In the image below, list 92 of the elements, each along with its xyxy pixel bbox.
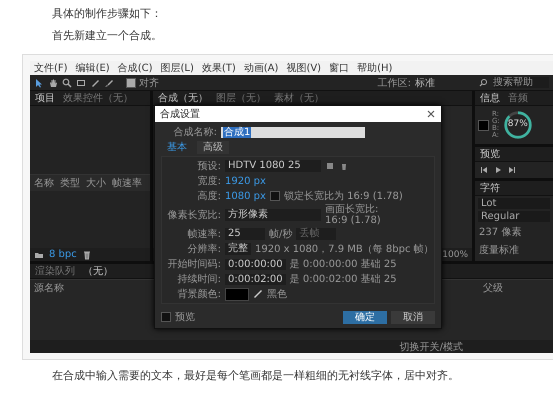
frame-aspect-value: 16:9 (1.78)	[325, 215, 381, 226]
play-icon[interactable]	[493, 165, 503, 175]
color-swatch	[478, 120, 489, 130]
panel-tab[interactable]: 素材（无）	[274, 91, 324, 105]
cancel-button[interactable]: 取消	[391, 310, 435, 324]
meter-value: 87%	[506, 119, 529, 129]
panel-tab[interactable]: 音频	[508, 91, 528, 105]
checkbox-label: 锁定长宽比为 16:9 (1.78)	[284, 190, 403, 203]
menu-item[interactable]: 窗口	[329, 61, 350, 75]
field-label: 开始时间码:	[166, 258, 221, 271]
meter-ring	[502, 110, 533, 140]
field-label: 背景颜色:	[176, 288, 221, 301]
field-label: 宽度:	[196, 174, 221, 188]
zoom-icon[interactable]	[62, 78, 72, 88]
panel-tab[interactable]: 图层（无）	[216, 91, 266, 105]
column-header[interactable]: 类型	[60, 176, 80, 190]
kerning-dropdown[interactable]: 度量标准	[475, 242, 553, 258]
menu-item[interactable]: 效果(T)	[202, 61, 236, 75]
checkbox-label: 预览	[175, 311, 195, 324]
field-label: 合成名称:	[172, 126, 217, 139]
menu-item[interactable]: 视图(V)	[286, 61, 322, 75]
height-value[interactable]: 1080 px	[225, 190, 266, 202]
field-label: 持续时间:	[176, 272, 221, 286]
bit-depth-button[interactable]: 8 bpc	[49, 249, 77, 260]
pixel-aspect-dropdown[interactable]: 方形像素	[225, 209, 321, 221]
hand-icon[interactable]	[48, 78, 58, 88]
skip-forward-icon[interactable]	[507, 165, 517, 175]
panel-tab[interactable]: 项目	[35, 91, 55, 105]
column-header[interactable]: 帧速率	[112, 176, 142, 190]
field-label: 分辨率:	[186, 242, 221, 256]
color-name: 黑色	[267, 288, 287, 301]
menu-item[interactable]: 动画(A)	[244, 61, 278, 75]
dialog-tab[interactable]: 高级	[197, 141, 229, 154]
checkbox[interactable]	[126, 78, 136, 88]
resolution-dropdown[interactable]: 完整	[225, 243, 251, 255]
field-label: 高度:	[196, 190, 221, 203]
close-icon[interactable]	[426, 109, 436, 119]
zoom-dropdown[interactable]: 100%	[442, 250, 468, 260]
panel-tab[interactable]: 效果控件（无）	[63, 91, 133, 105]
start-timecode-field[interactable]: 0:00:00:00	[225, 258, 286, 270]
panel-tab[interactable]: 渲染队列	[35, 264, 75, 278]
checkbox[interactable]	[270, 191, 280, 201]
paragraph: 在合成中输入需要的文本，最好是每个笔画都是一样粗细的无衬线字体，居中对齐。	[52, 368, 460, 384]
menu-item[interactable]: 帮助(H)	[357, 61, 392, 75]
checkbox[interactable]	[161, 312, 171, 322]
font-size-value[interactable]: 237 像素	[475, 224, 553, 240]
column-header[interactable]: 大小	[86, 176, 106, 190]
column-header[interactable]: 名称	[34, 176, 54, 190]
timecode-info: 是 0:00:02:00 基础 25	[290, 272, 397, 286]
field-label: 画面长宽比:	[325, 204, 380, 215]
search-field[interactable]: 搜索帮助	[493, 77, 549, 88]
trash-icon[interactable]	[339, 161, 349, 171]
frame-rate-field[interactable]: 25	[225, 228, 265, 240]
menu-item[interactable]: 文件(F)	[34, 61, 68, 75]
paragraph: 具体的制作步骤如下：	[52, 6, 163, 22]
field-label: 帧速率:	[186, 228, 221, 241]
skip-back-icon[interactable]	[479, 165, 489, 175]
search-icon	[479, 78, 489, 88]
column-header: 源名称	[34, 282, 64, 295]
menu-item[interactable]: 编辑(E)	[76, 61, 110, 75]
panel-tab[interactable]: 合成（无）	[158, 91, 208, 105]
ok-button[interactable]: 确定	[343, 310, 387, 324]
toggle-switches-button[interactable]: 切换开关/模式	[400, 340, 463, 353]
panel-title: 预览	[480, 148, 500, 161]
rectangle-icon[interactable]	[76, 78, 86, 88]
field-label: 预设:	[196, 160, 221, 173]
timecode-info: 是 0:00:00:00 基础 25	[290, 258, 397, 271]
trash-icon[interactable]	[82, 250, 92, 260]
style-dropdown[interactable]: Regular	[478, 211, 550, 222]
font-dropdown[interactable]: Lot	[478, 198, 550, 209]
dialog-tab[interactable]: 基本	[161, 141, 193, 154]
menu-item[interactable]: 合成(C)	[118, 61, 152, 75]
preset-dropdown[interactable]: HDTV 1080 25	[225, 160, 321, 172]
selection-arrow-icon[interactable]	[34, 78, 44, 88]
column-header: 父级	[483, 282, 503, 295]
paragraph: 首先新建立一个合成。	[52, 28, 163, 44]
workspace-dropdown[interactable]: 标准	[415, 76, 475, 90]
color-swatch[interactable]	[225, 288, 249, 300]
panel-tab[interactable]: 信息	[480, 91, 500, 105]
field-label: 像素长宽比:	[166, 208, 221, 222]
unit-label: 帧/秒	[269, 228, 292, 241]
panel-tab[interactable]: （无）	[83, 264, 113, 278]
name-input-field[interactable]: 合成1	[221, 126, 365, 138]
duration-field[interactable]: 0:00:02:00	[225, 274, 286, 284]
resolution-info: 1920 x 1080，7.9 MB（每 8bpc 帧）	[255, 242, 434, 256]
menu-item[interactable]: 图层(L)	[160, 61, 194, 75]
panel-title: 字符	[480, 182, 500, 195]
workspace-label: 工作区:	[378, 76, 411, 90]
width-value[interactable]: 1920 px	[225, 176, 266, 186]
brush-icon[interactable]	[104, 78, 114, 88]
dialog-title: 合成设置	[160, 108, 200, 121]
checkbox-label: 对齐	[139, 76, 159, 90]
